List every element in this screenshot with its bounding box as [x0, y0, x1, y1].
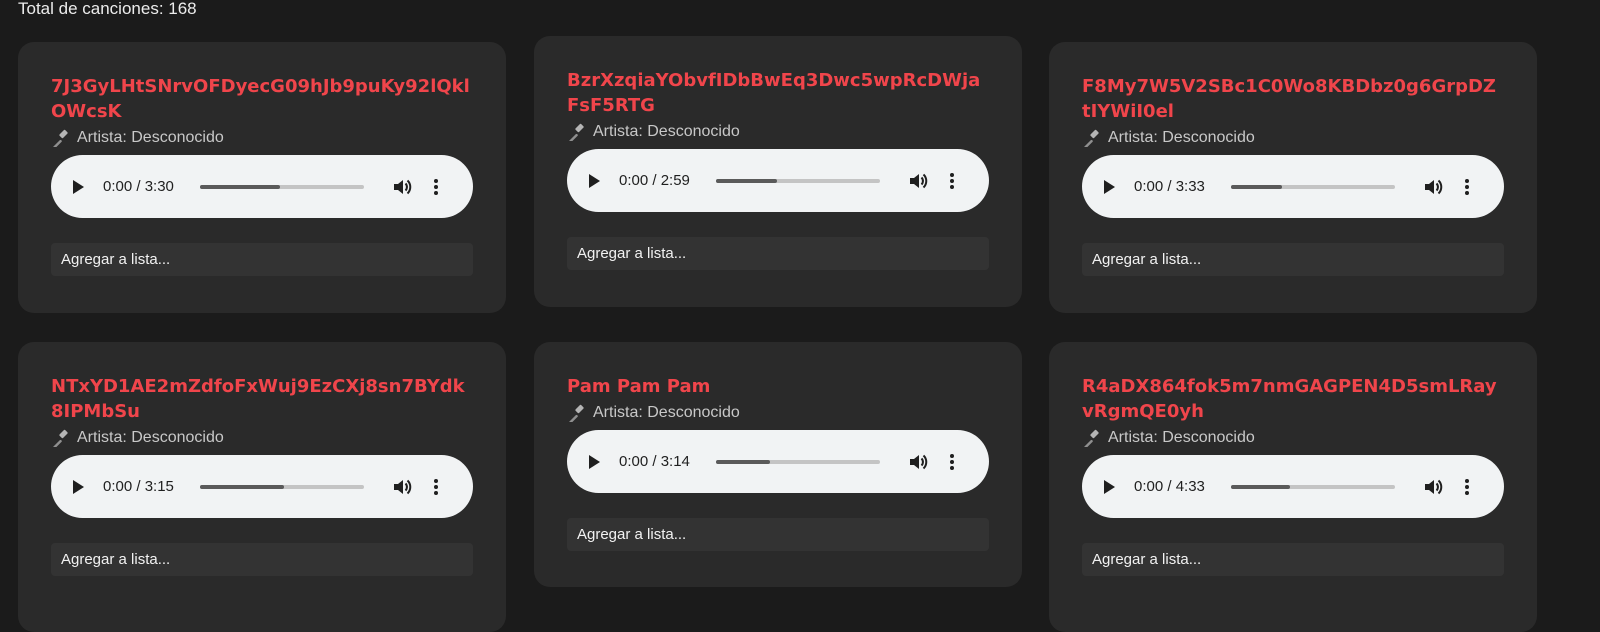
audio-player[interactable]: 0:00 / 3:14 — [567, 430, 989, 493]
artist-label: Artista: Desconocido — [77, 429, 224, 446]
volume-icon[interactable] — [1423, 477, 1443, 497]
seek-progress — [1231, 484, 1291, 489]
add-to-list-select[interactable]: Agregar a lista... — [1082, 543, 1504, 576]
volume-icon[interactable] — [908, 452, 928, 472]
artist-label: Artista: Desconocido — [77, 129, 224, 146]
song-artist: Artista: Desconocido — [1082, 427, 1504, 449]
audio-player[interactable]: 0:00 / 3:33 — [1082, 155, 1504, 218]
play-icon[interactable] — [73, 479, 84, 494]
volume-icon[interactable] — [908, 171, 928, 191]
audio-player[interactable]: 0:00 / 4:33 — [1082, 455, 1504, 518]
play-icon[interactable] — [589, 454, 600, 469]
song-card: 7J3GyLHtSNrvOFDyecG09hJb9puKy92lQklOWcsK… — [18, 42, 506, 313]
seek-progress — [200, 184, 281, 189]
seek-slider[interactable] — [200, 484, 364, 489]
time-display: 0:00 / 3:33 — [1134, 178, 1205, 195]
total-songs-label: Total de canciones: 168 — [18, 0, 197, 18]
song-title: F8My7W5V2SBc1C0Wo8KBDbz0g6GrpDZtIYWiI0el — [1082, 76, 1496, 122]
hammer-icon — [569, 404, 584, 422]
more-options-icon[interactable] — [1465, 178, 1469, 195]
seek-progress — [716, 178, 777, 183]
more-options-icon[interactable] — [434, 478, 438, 495]
audio-player[interactable]: 0:00 / 3:30 — [51, 155, 473, 218]
more-options-icon[interactable] — [434, 178, 438, 195]
song-card: F8My7W5V2SBc1C0Wo8KBDbz0g6GrpDZtIYWiI0el… — [1049, 42, 1537, 313]
seek-progress — [200, 484, 284, 489]
song-artist: Artista: Desconocido — [567, 121, 989, 143]
artist-label: Artista: Desconocido — [593, 123, 740, 140]
song-card: Pam Pam Pam Artista: Desconocido 0:00 / … — [534, 342, 1022, 587]
play-icon[interactable] — [1104, 479, 1115, 494]
song-artist: Artista: Desconocido — [567, 402, 989, 424]
play-icon[interactable] — [73, 179, 84, 194]
add-to-list-select[interactable]: Agregar a lista... — [51, 543, 473, 576]
add-to-list-select[interactable]: Agregar a lista... — [567, 518, 989, 551]
song-title: R4aDX864fok5m7nmGAGPEN4D5smLRayvRgmQE0yh — [1082, 376, 1497, 422]
add-to-list-select[interactable]: Agregar a lista... — [1082, 243, 1504, 276]
time-display: 0:00 / 3:15 — [103, 478, 174, 495]
seek-slider[interactable] — [716, 459, 880, 464]
volume-icon[interactable] — [392, 177, 412, 197]
seek-slider[interactable] — [1231, 184, 1395, 189]
time-display: 0:00 / 3:14 — [619, 453, 690, 470]
song-card: R4aDX864fok5m7nmGAGPEN4D5smLRayvRgmQE0yh… — [1049, 342, 1537, 632]
seek-progress — [1231, 184, 1282, 189]
add-to-list-select[interactable]: Agregar a lista... — [51, 243, 473, 276]
artist-label: Artista: Desconocido — [593, 404, 740, 421]
artist-label: Artista: Desconocido — [1108, 129, 1255, 146]
audio-player[interactable]: 0:00 / 3:15 — [51, 455, 473, 518]
time-display: 0:00 / 3:30 — [103, 178, 174, 195]
song-title: 7J3GyLHtSNrvOFDyecG09hJb9puKy92lQklOWcsK — [51, 76, 470, 122]
song-title: BzrXzqiaYObvfIDbBwEq3Dwc5wpRcDWjaFsF5RTG — [567, 70, 981, 116]
song-title: NTxYD1AE2mZdfoFxWuj9EzCXj8sn7BYdk8IPMbSu — [51, 376, 465, 422]
hammer-icon — [53, 129, 68, 147]
more-options-icon[interactable] — [1465, 478, 1469, 495]
hammer-icon — [1084, 129, 1099, 147]
volume-icon[interactable] — [392, 477, 412, 497]
song-title: Pam Pam Pam — [567, 376, 711, 397]
hammer-icon — [53, 429, 68, 447]
more-options-icon[interactable] — [950, 172, 954, 189]
play-icon[interactable] — [589, 173, 600, 188]
seek-slider[interactable] — [716, 178, 880, 183]
song-artist: Artista: Desconocido — [51, 127, 473, 149]
play-icon[interactable] — [1104, 179, 1115, 194]
artist-label: Artista: Desconocido — [1108, 429, 1255, 446]
song-card: NTxYD1AE2mZdfoFxWuj9EzCXj8sn7BYdk8IPMbSu… — [18, 342, 506, 632]
time-display: 0:00 / 4:33 — [1134, 478, 1205, 495]
song-artist: Artista: Desconocido — [51, 427, 473, 449]
hammer-icon — [1084, 429, 1099, 447]
song-card: BzrXzqiaYObvfIDbBwEq3Dwc5wpRcDWjaFsF5RTG… — [534, 36, 1022, 307]
more-options-icon[interactable] — [950, 453, 954, 470]
volume-icon[interactable] — [1423, 177, 1443, 197]
time-display: 0:00 / 2:59 — [619, 172, 690, 189]
audio-player[interactable]: 0:00 / 2:59 — [567, 149, 989, 212]
add-to-list-select[interactable]: Agregar a lista... — [567, 237, 989, 270]
seek-progress — [716, 459, 771, 464]
song-artist: Artista: Desconocido — [1082, 127, 1504, 149]
hammer-icon — [569, 123, 584, 141]
seek-slider[interactable] — [1231, 484, 1395, 489]
seek-slider[interactable] — [200, 184, 364, 189]
